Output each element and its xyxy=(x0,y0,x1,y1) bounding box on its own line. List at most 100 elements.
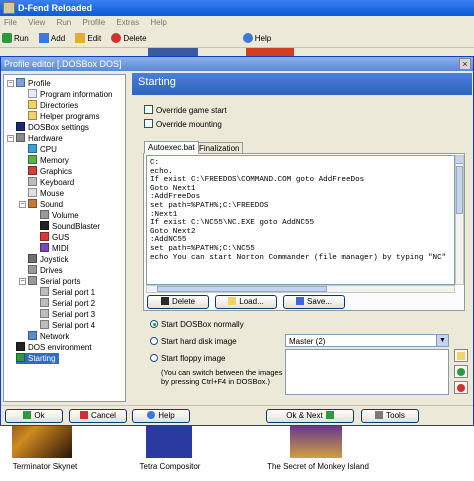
hard-disk-select[interactable]: Master (2) ▼ xyxy=(285,334,449,347)
autoexec-line: set path=%PATH%;C:\NC55 xyxy=(150,244,255,253)
tree-item-serial-port-4[interactable]: Serial port 4 xyxy=(40,320,95,331)
tree-item-cpu[interactable]: CPU xyxy=(28,144,57,155)
menu-run[interactable]: Run xyxy=(57,18,72,27)
start-dosbox-normally-radio[interactable]: Start DOSBox normally xyxy=(150,320,244,329)
tree-item-program-information[interactable]: Program information xyxy=(28,89,112,100)
help-button[interactable]: Help xyxy=(242,33,271,43)
game-thumbnail-top-1 xyxy=(148,48,198,56)
tools-button[interactable]: Tools xyxy=(361,409,419,423)
cancel-button[interactable]: Cancel xyxy=(69,409,127,423)
delete-icon xyxy=(160,297,169,305)
tree-item-sound[interactable]: Sound xyxy=(28,199,63,210)
menu-view[interactable]: View xyxy=(28,18,45,27)
tree-item-keyboard[interactable]: Keyboard xyxy=(28,177,74,188)
open-folder-icon xyxy=(228,297,237,305)
ok-button[interactable]: Ok xyxy=(5,409,63,423)
remove-floppy-button[interactable] xyxy=(454,381,468,394)
tree-item-starting[interactable]: Starting xyxy=(16,353,59,364)
start-hard-disk-image-radio[interactable]: Start hard disk image xyxy=(150,337,237,346)
tree-item-helper-programs[interactable]: Helper programs xyxy=(28,111,100,122)
soundblaster-icon xyxy=(40,221,49,230)
cpu-icon xyxy=(28,144,37,153)
tree-item-hardware[interactable]: Hardware xyxy=(16,133,63,144)
tree-item-directories[interactable]: Directories xyxy=(28,100,78,111)
move-floppy-button[interactable] xyxy=(454,365,468,378)
ok-and-next-button[interactable]: Ok & Next xyxy=(266,409,354,423)
tree-item-midi[interactable]: MIDI xyxy=(40,243,69,254)
tree-item-serial-port-2[interactable]: Serial port 2 xyxy=(40,298,95,309)
menu-extras[interactable]: Extras xyxy=(116,18,139,27)
scroll-thumb[interactable] xyxy=(456,166,463,214)
delete-button[interactable]: Delete xyxy=(111,33,147,43)
save-script-button[interactable]: Save... xyxy=(283,295,345,309)
help-dialog-button[interactable]: Help xyxy=(132,409,190,423)
collapse-icon[interactable]: − xyxy=(19,278,26,285)
load-script-button[interactable]: Load... xyxy=(215,295,277,309)
footer-divider xyxy=(1,405,473,406)
delete-script-button[interactable]: Delete xyxy=(147,295,209,309)
scroll-up-icon[interactable] xyxy=(456,156,463,164)
folder-icon xyxy=(457,352,465,360)
tab-autoexec[interactable]: Autoexec.bat xyxy=(144,141,199,154)
tree-item-mouse[interactable]: Mouse xyxy=(28,188,64,199)
autoexec-line: C: xyxy=(150,159,160,167)
collapse-icon[interactable]: − xyxy=(19,201,26,208)
floppy-hint: (You can switch between the images by pr… xyxy=(161,368,283,386)
tree-item-dos-environment[interactable]: DOS environment xyxy=(16,342,92,353)
tree-item-serial-port-1[interactable]: Serial port 1 xyxy=(40,287,95,298)
menu-profile[interactable]: Profile xyxy=(82,18,105,27)
game-title: The Secret of Monkey Island xyxy=(267,462,369,471)
tree-item-profile[interactable]: Profile xyxy=(16,78,51,89)
tree-item-dosbox-settings[interactable]: DOSBox settings xyxy=(16,122,89,133)
tree-item-graphics[interactable]: Graphics xyxy=(28,166,72,177)
add-button[interactable]: Add xyxy=(38,33,65,43)
floppy-image-list[interactable] xyxy=(285,349,449,395)
tree-item-gus[interactable]: GUS xyxy=(40,232,69,243)
override-game-start-checkbox[interactable]: Override game start xyxy=(144,105,227,115)
editor-horizontal-scrollbar[interactable] xyxy=(146,285,455,293)
tree-item-drives[interactable]: Drives xyxy=(28,265,63,276)
autoexec-editor[interactable]: C: echo. If exist C:\FREEDOS\COMMAND.COM g… xyxy=(146,155,455,285)
collapse-icon[interactable]: − xyxy=(7,80,14,87)
tree-item-volume[interactable]: Volume xyxy=(40,210,79,221)
add-icon xyxy=(38,33,49,43)
start-floppy-image-radio[interactable]: Start floppy image xyxy=(150,354,225,363)
scroll-thumb[interactable] xyxy=(157,286,327,292)
folder-icon xyxy=(28,100,37,109)
graphics-icon xyxy=(28,166,37,175)
hardware-icon xyxy=(16,133,25,142)
tree-item-network[interactable]: Network xyxy=(28,331,69,342)
game-title: Terminator Skynet xyxy=(12,462,78,471)
help-icon xyxy=(242,33,253,43)
edit-button[interactable]: Edit xyxy=(75,33,101,43)
run-button[interactable]: Run xyxy=(2,33,29,43)
gus-icon xyxy=(40,232,49,241)
serial-ports-icon xyxy=(28,276,37,285)
delete-icon xyxy=(457,384,465,392)
close-button[interactable]: × xyxy=(459,58,471,70)
autoexec-line: If exist C:\NC55\NC.EXE goto AddNC55 xyxy=(150,219,315,228)
add-floppy-button[interactable] xyxy=(454,349,468,362)
network-icon xyxy=(28,331,37,340)
override-mounting-checkbox[interactable]: Override mounting xyxy=(144,119,222,129)
volume-icon xyxy=(40,210,49,219)
tree-item-joystick[interactable]: Joystick xyxy=(28,254,68,265)
chevron-down-icon[interactable]: ▼ xyxy=(436,335,448,346)
panel-header: Starting xyxy=(132,73,472,95)
arrow-icon xyxy=(457,368,465,376)
editor-vertical-scrollbar[interactable] xyxy=(455,155,464,285)
dialog-title-bar: Profile editor [.DOSBox DOS] × xyxy=(1,57,473,71)
dosbox-icon xyxy=(16,122,25,131)
menu-help[interactable]: Help xyxy=(150,18,166,27)
tree-item-serial-ports[interactable]: Serial ports xyxy=(28,276,80,287)
profile-editor-dialog: Profile editor [.DOSBox DOS] × − Profile… xyxy=(0,56,474,426)
collapse-icon[interactable]: − xyxy=(7,135,14,142)
game-title: Tetra Compositor xyxy=(139,462,201,471)
tab-finalization[interactable]: Finalization xyxy=(195,142,244,153)
tree-item-memory[interactable]: Memory xyxy=(28,155,69,166)
tree-item-serial-port-3[interactable]: Serial port 3 xyxy=(40,309,95,320)
drives-icon xyxy=(28,265,37,274)
app-toolbar: Run Add Edit Delete Help xyxy=(0,30,474,48)
tree-item-soundblaster[interactable]: SoundBlaster xyxy=(40,221,100,232)
menu-file[interactable]: File xyxy=(4,18,17,27)
